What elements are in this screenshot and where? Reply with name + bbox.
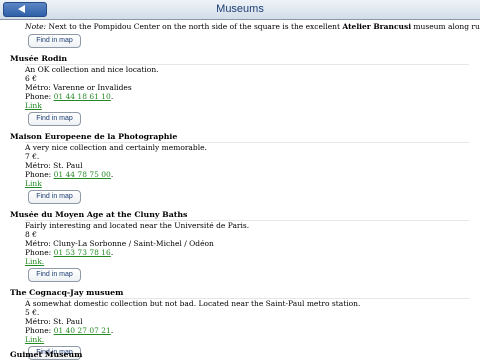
phone-link[interactable]: 01 40 27 07 21 [54, 326, 111, 335]
find-in-map-button[interactable]: Find in map [28, 34, 81, 48]
museum-title: Maison Europeene de la Photographie [10, 132, 178, 141]
find-in-map-button[interactable]: Find in map [28, 190, 81, 204]
navigation-bar: Museums [0, 0, 480, 20]
phone-link[interactable]: 01 53 73 78 16 [54, 248, 111, 257]
museum-metro: Métro: St. Paul [25, 161, 83, 170]
museum-description: A somewhat domestic collection but not b… [25, 299, 361, 308]
phone-link[interactable]: 01 44 78 75 00 [54, 170, 111, 179]
museum-price: 8 € [25, 230, 37, 239]
museum-phone-line: Phone: 01 53 73 78 16. [25, 248, 114, 257]
museum-description: A very nice collection and certainly mem… [25, 143, 207, 152]
museum-link[interactable]: Link [25, 101, 42, 110]
museum-title: Musée du Moyen Age at the Cluny Baths [10, 210, 188, 219]
intro-note: Note: Next to the Pompidou Center on the… [25, 22, 480, 31]
museum-title: The Cognacq-Jay musuem [10, 288, 124, 297]
museum-phone-line: Phone: 01 40 27 07 21. [25, 326, 114, 335]
phone-link[interactable]: 01 44 18 61 10 [54, 92, 111, 101]
museum-price: 6 € [25, 74, 37, 83]
museum-metro: Métro: Cluny-La Sorbonne / Saint-Michel … [25, 239, 214, 248]
museum-title: Musée Rodin [10, 54, 68, 63]
museum-description: Fairly interesting and located near the … [25, 221, 250, 230]
museum-description: An OK collection and nice location. [25, 65, 159, 74]
museum-link-line: Link. [25, 335, 45, 344]
museum-link-line: Link. [25, 257, 45, 266]
museum-list: Note: Next to the Pompidou Center on the… [0, 20, 480, 360]
museum-title: Guimet Museum [10, 350, 83, 359]
find-in-map-button[interactable]: Find in map [28, 268, 81, 282]
museum-link[interactable]: Link [25, 179, 42, 188]
museum-metro: Métro: St. Paul [25, 317, 83, 326]
museum-phone-line: Phone: 01 44 78 75 00. [25, 170, 114, 179]
page-title: Museums [216, 3, 264, 15]
museum-price: 7 €. [25, 152, 40, 161]
museum-link[interactable]: Link [25, 335, 42, 344]
museum-link[interactable]: Link [25, 257, 42, 266]
find-in-map-button[interactable]: Find in map [28, 112, 81, 126]
museum-metro: Métro: Varenne or Invalides [25, 83, 132, 92]
museum-phone-line: Phone: 01 44 18 61 10. [25, 92, 114, 101]
museum-price: 5 €. [25, 308, 40, 317]
